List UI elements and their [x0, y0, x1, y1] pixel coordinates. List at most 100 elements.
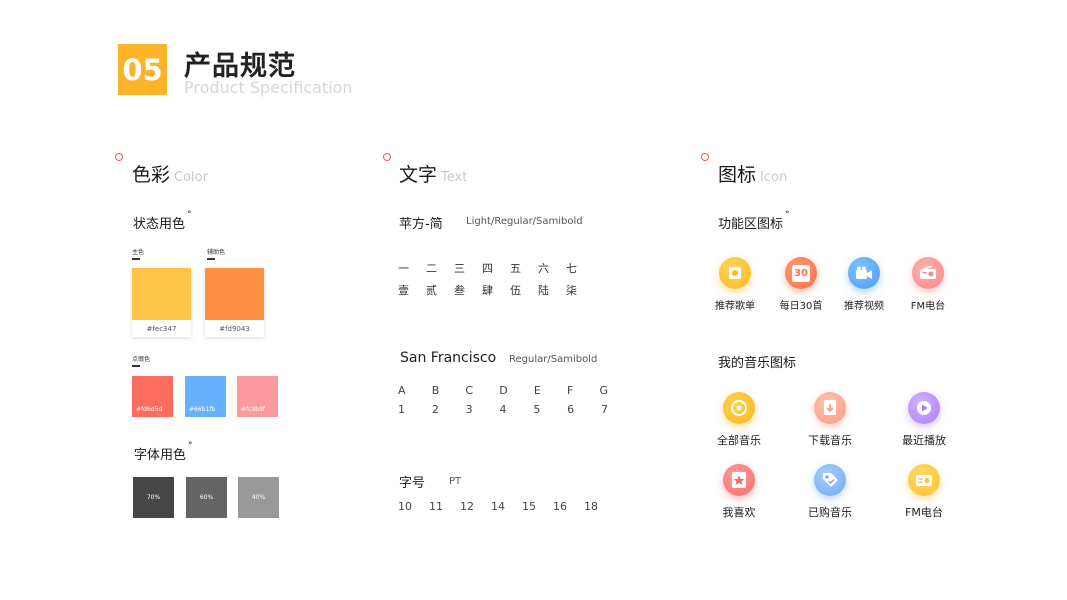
- letter: A: [398, 384, 406, 397]
- calendar-30-icon[interactable]: 30: [785, 257, 817, 289]
- char: 叁: [454, 284, 465, 297]
- my-music-icons-heading: 我的音乐图标: [718, 356, 797, 371]
- char: 贰: [426, 284, 437, 297]
- icon-title-cn: 图标: [718, 164, 757, 186]
- radio-icon[interactable]: [908, 464, 940, 496]
- purchased-tag-icon[interactable]: [814, 464, 846, 496]
- download-icon[interactable]: [814, 392, 846, 424]
- char: 伍: [510, 284, 521, 297]
- recent-play-icon[interactable]: [908, 392, 940, 424]
- char: 四: [482, 262, 493, 275]
- section-marker-icon: [115, 153, 123, 161]
- my-icon-label: 我喜欢: [722, 506, 756, 519]
- font2-weights: Regular/Samibold: [509, 354, 598, 365]
- numeral-row-simple: 一 二 三 四 五 六 七: [398, 260, 577, 276]
- my-icon-label: 全部音乐: [717, 434, 761, 447]
- divider: [132, 258, 140, 260]
- divider: [132, 365, 140, 367]
- primary-swatch: [132, 268, 191, 320]
- my-icon-label: 下载音乐: [808, 434, 852, 447]
- font-color-label: 字体用色: [134, 448, 187, 463]
- letter: G: [599, 384, 608, 397]
- video-camera-icon[interactable]: [848, 257, 880, 289]
- text-section-title: 文字 Text: [399, 160, 467, 187]
- font-size-value: 18: [584, 500, 598, 513]
- func-icons-heading: 功能区图标°: [718, 210, 790, 232]
- char: 五: [510, 262, 521, 275]
- accent-swatch-pink: #fc9b9f: [237, 376, 278, 417]
- digit: 7: [600, 403, 608, 416]
- digit-row: 1 2 3 4 5 6 7: [398, 403, 608, 416]
- page-subtitle: Product Specification: [184, 78, 353, 97]
- char: 一: [398, 262, 409, 275]
- accent-hex: #66b1fb: [189, 406, 216, 413]
- font-size-value: 15: [522, 500, 536, 513]
- divider: [207, 258, 215, 260]
- size-heading: 字号: [399, 476, 426, 491]
- section-marker-icon: [383, 153, 391, 161]
- gray-swatch-60: 60%: [186, 477, 227, 518]
- char: 肆: [482, 284, 493, 297]
- my-icon-label: 已购音乐: [808, 506, 852, 519]
- my-icon-label: 最近播放: [902, 434, 946, 447]
- degree-mark-icon: °: [785, 210, 790, 220]
- letter: B: [431, 384, 440, 397]
- state-color-heading: 状态用色°: [133, 210, 192, 232]
- char: 壹: [398, 284, 409, 297]
- digit: 5: [533, 403, 541, 416]
- state-color-label: 状态用色: [133, 217, 186, 232]
- char: 三: [454, 262, 465, 275]
- font-size-value: 12: [460, 500, 474, 513]
- icon-title-en: Icon: [760, 170, 788, 185]
- font-color-heading: 字体用色°: [134, 441, 193, 463]
- primary-label: 主色: [132, 249, 145, 256]
- gray-swatch-40: 40%: [238, 477, 279, 518]
- radio-icon[interactable]: [912, 257, 944, 289]
- playlist-icon[interactable]: [719, 257, 751, 289]
- secondary-color-card: #fd9043: [205, 268, 264, 337]
- digit: 3: [465, 403, 473, 416]
- font1-name: 苹方-简: [399, 217, 443, 232]
- section-number-badge: 05: [118, 44, 167, 95]
- letter: F: [566, 384, 574, 397]
- font-size-value: 14: [491, 500, 505, 513]
- char: 七: [566, 262, 577, 275]
- primary-hex: #fec347: [146, 325, 177, 333]
- text-title-en: Text: [441, 170, 468, 185]
- digit: 4: [499, 403, 507, 416]
- primary-color-card: #fec347: [132, 268, 191, 337]
- font2-name: San Francisco: [400, 350, 497, 366]
- color-title-cn: 色彩: [132, 164, 171, 186]
- gray-swatch-70: 70%: [133, 477, 174, 518]
- color-section-title: 色彩 Color: [132, 160, 208, 187]
- char: 二: [426, 262, 437, 275]
- accent-label: 点缀色: [132, 356, 151, 363]
- digit: 6: [567, 403, 575, 416]
- letter: C: [465, 384, 474, 397]
- accent-swatch-red: #fd6d5d: [132, 376, 173, 417]
- secondary-hex: #fd9043: [219, 325, 250, 333]
- size-row: 10 11 12 14 15 16 18: [398, 500, 598, 513]
- accent-hex: #fd6d5d: [136, 406, 163, 413]
- size-unit: PT: [449, 476, 462, 487]
- accent-swatch-blue: #66b1fb: [185, 376, 226, 417]
- char: 柒: [566, 284, 577, 297]
- numeral-row-formal: 壹 贰 叁 肆 伍 陆 柒: [398, 282, 577, 298]
- icon-section-title: 图标 Icon: [718, 160, 787, 187]
- func-icon-label: FM电台: [910, 301, 946, 312]
- accent-hex: #fc9b9f: [241, 406, 265, 413]
- favorite-star-icon[interactable]: [723, 464, 755, 496]
- font-size-value: 10: [398, 500, 412, 513]
- digit: 2: [431, 403, 439, 416]
- degree-mark-icon: °: [188, 441, 193, 451]
- font-size-value: 16: [553, 500, 567, 513]
- letter: D: [499, 384, 508, 397]
- letter-row: A B C D E F G: [398, 384, 608, 397]
- font-size-value: 11: [429, 500, 443, 513]
- vinyl-icon[interactable]: [723, 392, 755, 424]
- char: 陆: [538, 284, 549, 297]
- func-icons-label: 功能区图标: [718, 217, 784, 232]
- color-title-en: Color: [174, 170, 208, 185]
- font1-weights: Light/Regular/Samibold: [466, 216, 583, 227]
- section-marker-icon: [701, 153, 709, 161]
